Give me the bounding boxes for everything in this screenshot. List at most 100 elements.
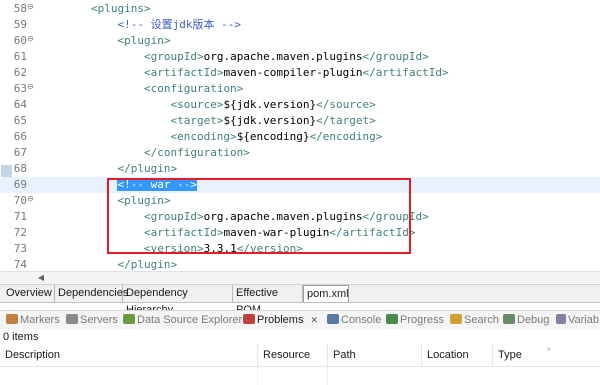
code-line[interactable]: 58 ⊖ <plugins> bbox=[0, 1, 600, 17]
fold-toggle-icon[interactable]: ⊖ bbox=[27, 35, 35, 43]
xml-tag: <configuration> bbox=[143, 82, 244, 95]
war-plugin-highlight-box bbox=[107, 178, 411, 254]
line-number: 62 bbox=[13, 66, 27, 79]
problems-icon bbox=[243, 314, 255, 324]
code-line[interactable]: 74 </plugin> bbox=[0, 257, 600, 272]
progress-icon bbox=[386, 314, 398, 324]
xml-text bbox=[38, 82, 144, 95]
view-tab-search[interactable]: Search bbox=[450, 311, 499, 329]
xml-tag: <encoding> bbox=[170, 130, 237, 143]
problems-item-count: 0 items bbox=[3, 331, 39, 343]
line-number: 74 bbox=[13, 258, 27, 271]
tab-dependency-hierarchy[interactable]: Dependency Hierarchy bbox=[123, 285, 233, 316]
code-editor[interactable]: 58 ⊖ <plugins> 59 <!-- 设置jdk版本 --> 60 ⊖ <plu… bbox=[0, 0, 600, 272]
scroll-left-arrow-icon[interactable]: ◀ bbox=[36, 272, 46, 284]
line-number: 71 bbox=[13, 210, 27, 223]
tab-pom-xml[interactable]: pom.xml bbox=[303, 285, 349, 302]
problems-table-body bbox=[0, 367, 600, 385]
line-number: 61 bbox=[13, 50, 27, 63]
column-resource[interactable]: ^ Resource bbox=[258, 344, 550, 366]
xml-text bbox=[38, 130, 170, 143]
code-text: </configuration> bbox=[38, 145, 250, 161]
xml-tag: <plugins> bbox=[90, 2, 151, 15]
tab-overview[interactable]: Overview bbox=[3, 285, 55, 302]
code-line[interactable]: 64 <source>${jdk.version}</source> bbox=[0, 97, 600, 113]
code-line[interactable]: 59 <!-- 设置jdk版本 --> bbox=[0, 17, 600, 33]
fold-toggle-icon[interactable]: ⊖ bbox=[27, 3, 35, 11]
xml-tag: </configuration> bbox=[143, 146, 250, 159]
code-line[interactable]: 63 ⊖ <configuration> bbox=[0, 81, 600, 97]
xml-tag: </source> bbox=[316, 98, 376, 111]
horizontal-scrollbar[interactable]: ◀ bbox=[0, 271, 600, 284]
line-number: 73 bbox=[13, 242, 27, 255]
column-path[interactable]: Path bbox=[328, 344, 422, 366]
debug-icon bbox=[503, 314, 515, 324]
tab-effective-pom[interactable]: Effective POM bbox=[233, 285, 303, 316]
code-line[interactable]: 65 <target>${jdk.version}</target> bbox=[0, 113, 600, 129]
xml-tag: </plugin> bbox=[117, 258, 178, 271]
view-label: Variab bbox=[568, 314, 599, 326]
line-number: 67 bbox=[13, 146, 27, 159]
code-line[interactable]: 62 <artifactId>maven-compiler-plugin</ar… bbox=[0, 65, 600, 81]
code-text: <encoding>${encoding}</encoding> bbox=[38, 129, 382, 145]
pom-editor-tabs: Overview Dependencies Dependency Hierarc… bbox=[0, 284, 600, 316]
code-line[interactable]: 66 <encoding>${encoding}</encoding> bbox=[0, 129, 600, 145]
variables-icon bbox=[556, 314, 566, 324]
code-text: <artifactId>maven-compiler-plugin</artif… bbox=[38, 65, 449, 81]
search-icon bbox=[450, 314, 462, 324]
xml-text bbox=[38, 18, 117, 31]
xml-text bbox=[38, 66, 144, 79]
tab-dependencies[interactable]: Dependencies bbox=[55, 285, 128, 302]
column-divider bbox=[257, 367, 258, 385]
fold-toggle-icon[interactable]: ⊖ bbox=[27, 83, 35, 91]
line-number: 70 bbox=[13, 194, 27, 207]
view-label: Debug bbox=[517, 314, 550, 326]
xml-text: org.apache.maven.plugins bbox=[203, 50, 363, 63]
column-location[interactable]: Location bbox=[422, 344, 493, 366]
column-label: Resource bbox=[263, 349, 311, 361]
xml-tag: <source> bbox=[170, 98, 224, 111]
xml-comment: <!-- 设置jdk版本 --> bbox=[117, 18, 241, 31]
code-line[interactable]: 68 </plugin> bbox=[0, 161, 600, 177]
code-line[interactable]: 61 <groupId>org.apache.maven.plugins</gr… bbox=[0, 49, 600, 65]
view-tab-progress[interactable]: Progress bbox=[386, 311, 444, 329]
code-text: </plugin> bbox=[38, 161, 177, 177]
code-text: <!-- 设置jdk版本 --> bbox=[38, 17, 241, 33]
xml-tag: <plugin> bbox=[117, 34, 171, 47]
line-number: 72 bbox=[13, 226, 27, 239]
xml-text bbox=[38, 98, 170, 111]
view-label: Console bbox=[341, 314, 382, 326]
data-source-icon bbox=[123, 314, 135, 324]
column-description[interactable]: Description bbox=[0, 344, 258, 366]
view-label: Problems bbox=[257, 314, 304, 326]
view-tab-markers[interactable]: Markers bbox=[6, 311, 60, 329]
view-tab-problems[interactable]: Problems ✕ bbox=[243, 311, 318, 329]
line-number: 64 bbox=[13, 98, 27, 111]
current-line-marker bbox=[1, 165, 12, 177]
view-tab-variables[interactable]: Variab bbox=[556, 311, 599, 329]
xml-tag: </groupId> bbox=[362, 50, 429, 63]
view-label: Data Source Explorer bbox=[137, 314, 243, 326]
view-label: Servers bbox=[80, 314, 118, 326]
fold-toggle-icon[interactable]: ⊖ bbox=[27, 195, 35, 203]
servers-icon bbox=[66, 314, 78, 324]
code-line[interactable]: 67 </configuration> bbox=[0, 145, 600, 161]
xml-text bbox=[38, 50, 144, 63]
view-tab-debug[interactable]: Debug bbox=[503, 311, 549, 329]
xml-text bbox=[38, 162, 117, 175]
view-tab-data-source-explorer[interactable]: Data Source Explorer bbox=[123, 311, 242, 329]
xml-text bbox=[38, 2, 91, 15]
xml-text bbox=[38, 194, 117, 207]
close-icon[interactable]: ✕ bbox=[311, 315, 319, 325]
view-tab-console[interactable]: Console bbox=[327, 311, 381, 329]
view-label: Markers bbox=[20, 314, 60, 326]
code-line[interactable]: 60 ⊖ <plugin> bbox=[0, 33, 600, 49]
code-text: <source>${jdk.version}</source> bbox=[38, 97, 376, 113]
code-text: <plugin> bbox=[38, 33, 170, 49]
xml-tag: </plugin> bbox=[117, 162, 178, 175]
code-text: <plugins> bbox=[38, 1, 151, 17]
column-type[interactable]: Type bbox=[493, 344, 600, 366]
view-tab-servers[interactable]: Servers bbox=[66, 311, 118, 329]
code-text: <target>${jdk.version}</target> bbox=[38, 113, 375, 129]
views-toolbar: Markers Servers Data Source Explorer Pro… bbox=[0, 310, 600, 329]
